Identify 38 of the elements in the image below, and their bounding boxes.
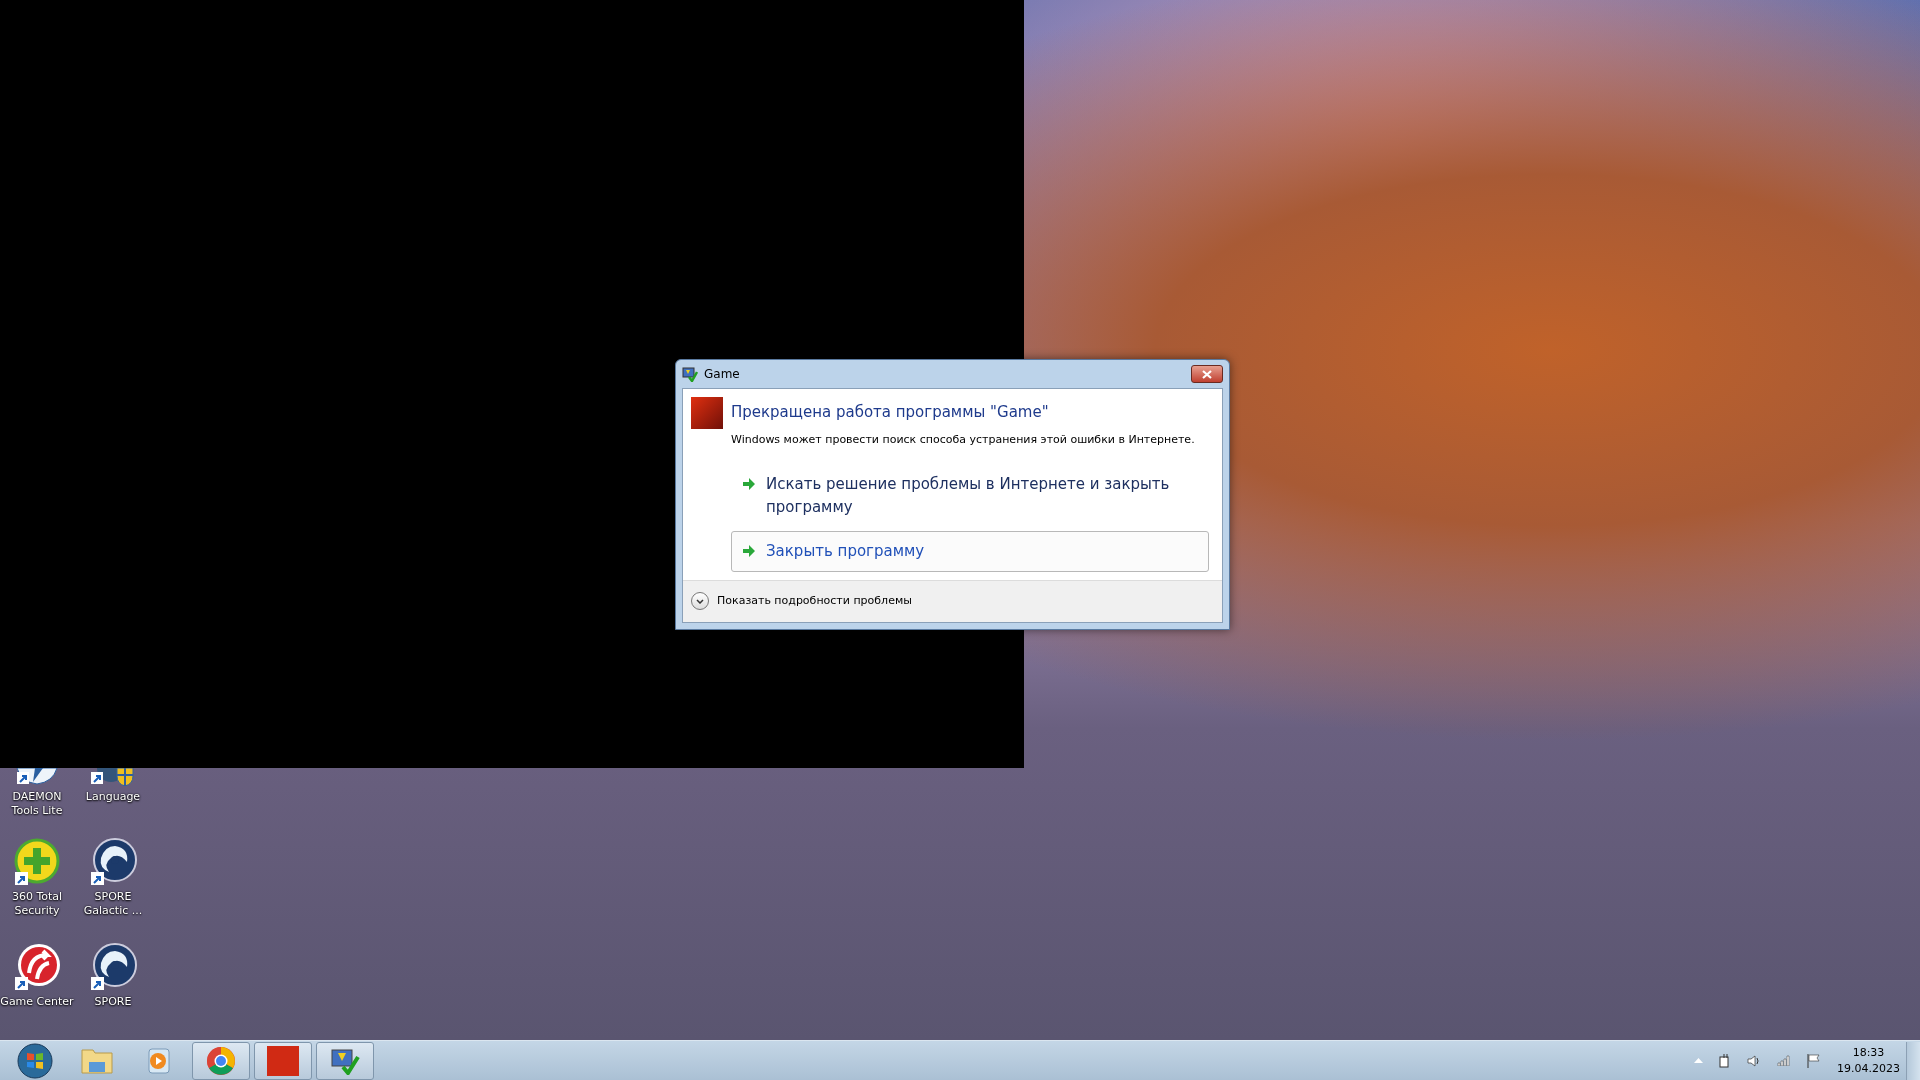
speaker-icon[interactable] bbox=[1747, 1054, 1761, 1067]
close-button[interactable] bbox=[1191, 365, 1223, 383]
spiral-icon bbox=[89, 838, 137, 886]
chevron-down-icon bbox=[696, 598, 704, 604]
command-link[interactable]: Искать решение проблемы в Интернете и закрыть программу bbox=[731, 464, 1209, 527]
taskbar-button[interactable] bbox=[254, 1041, 312, 1080]
flag-icon[interactable] bbox=[1807, 1053, 1821, 1068]
taskbar-button[interactable] bbox=[316, 1041, 374, 1080]
desktop-icon-label[interactable]: DAEMON Tools Lite bbox=[0, 790, 75, 818]
expand-details-button[interactable] bbox=[691, 592, 709, 610]
start-orb-icon bbox=[17, 1042, 53, 1079]
arrow-icon bbox=[742, 545, 756, 557]
tray-clock[interactable]: 18:33 19.04.2023 bbox=[1837, 1044, 1900, 1077]
signal-bars-icon[interactable] bbox=[1777, 1055, 1791, 1066]
program-photo bbox=[691, 397, 723, 429]
play-icon bbox=[145, 1046, 173, 1075]
folder-icon bbox=[80, 1046, 114, 1075]
command-link[interactable]: Закрыть программу bbox=[731, 531, 1209, 572]
dialog-message: Windows может провести поиск способа устранения этой ошибки в Интернете. bbox=[731, 431, 1196, 448]
desktop-icon-label[interactable]: Language bbox=[75, 790, 151, 804]
monitor-check-icon bbox=[330, 1046, 360, 1075]
desktop-icon-label[interactable]: 360 Total Security bbox=[0, 890, 75, 918]
monitor-check-icon bbox=[682, 366, 698, 382]
plus-circle-icon bbox=[13, 838, 61, 886]
taskbar-button[interactable] bbox=[192, 1041, 250, 1080]
arrow-icon bbox=[742, 478, 756, 490]
dialog-heading: Прекращена работа программы "Game" bbox=[731, 402, 1050, 423]
spiral-icon bbox=[89, 943, 137, 991]
desktop-icon-label[interactable]: SPORE Galactic ... bbox=[75, 890, 151, 918]
program-photo bbox=[267, 1045, 299, 1076]
close-icon bbox=[1202, 369, 1212, 379]
arrows-circle-icon bbox=[13, 943, 61, 991]
power-plug-icon[interactable] bbox=[1719, 1053, 1731, 1068]
desktop-icon-label[interactable]: Game Center bbox=[0, 995, 75, 1009]
window-title: Game bbox=[704, 366, 740, 383]
desktop-icon-label[interactable]: SPORE bbox=[75, 995, 151, 1009]
browser-circle-icon bbox=[206, 1045, 236, 1076]
details-toggle-label[interactable]: Показать подробности проблемы bbox=[717, 592, 912, 610]
